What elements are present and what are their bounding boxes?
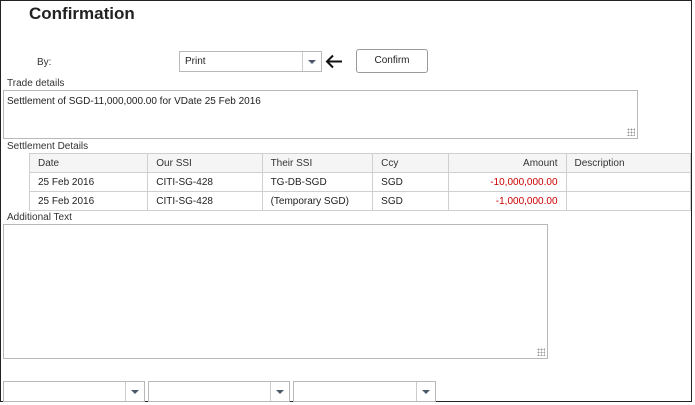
cell-their-ssi: TG-DB-SGD [261, 172, 374, 192]
by-select-value: Print [185, 56, 206, 67]
trade-details-label: Trade details [7, 78, 65, 89]
cell-description[interactable] [565, 191, 691, 211]
additional-text-textarea[interactable] [3, 224, 548, 359]
settlement-table: Date Our SSI Their SSI Ccy Amount Descri… [28, 153, 691, 211]
chevron-down-icon[interactable] [125, 382, 144, 401]
column-header-our-ssi[interactable]: Our SSI [147, 153, 263, 173]
confirm-button[interactable]: Confirm [356, 49, 428, 73]
settlement-details-label: Settlement Details [7, 141, 89, 152]
column-header-their-ssi[interactable]: Their SSI [261, 153, 374, 173]
cell-ccy: SGD [372, 172, 449, 192]
cell-date: 25 Feb 2016 [28, 191, 149, 211]
resize-grip-icon[interactable] [537, 348, 545, 356]
column-header-description[interactable]: Description [565, 153, 691, 173]
column-header-date[interactable]: Date [28, 153, 149, 173]
cell-our-ssi: CITI-SG-428 [147, 172, 263, 192]
by-select[interactable]: Print [179, 51, 322, 72]
trade-details-text: Settlement of SGD-11,000,000.00 for VDat… [7, 96, 261, 107]
by-label: By: [37, 57, 52, 68]
footer-select-1[interactable] [3, 381, 145, 402]
table-header-row: Date Our SSI Their SSI Ccy Amount Descri… [28, 153, 691, 173]
table-row[interactable]: 25 Feb 2016 CITI-SG-428 TG-DB-SGD SGD -1… [28, 172, 691, 192]
cell-description[interactable] [565, 172, 691, 192]
page-title: Confirmation [29, 4, 135, 23]
footer-select-3[interactable] [293, 381, 436, 402]
cell-ccy: SGD [372, 191, 449, 211]
column-header-amount[interactable]: Amount [447, 153, 567, 173]
trade-details-textarea[interactable]: Settlement of SGD-11,000,000.00 for VDat… [3, 90, 638, 139]
confirmation-panel: Confirmation By: Print Confirm Trade det… [0, 0, 692, 402]
chevron-down-icon[interactable] [270, 382, 289, 401]
additional-text-label: Additional Text [7, 212, 72, 223]
footer-select-2[interactable] [148, 381, 290, 402]
cell-amount: -1,000,000.00 [447, 191, 567, 211]
cell-amount: -10,000,000.00 [447, 172, 567, 192]
column-header-ccy[interactable]: Ccy [372, 153, 449, 173]
settlement-table-wrap: Date Our SSI Their SSI Ccy Amount Descri… [28, 153, 691, 211]
cell-date: 25 Feb 2016 [28, 172, 149, 192]
resize-grip-icon[interactable] [627, 128, 635, 136]
chevron-down-icon[interactable] [416, 382, 435, 401]
chevron-down-icon[interactable] [302, 52, 321, 71]
cell-our-ssi: CITI-SG-428 [147, 191, 263, 211]
cell-their-ssi: (Temporary SGD) [261, 191, 374, 211]
left-arrow-icon[interactable] [323, 51, 345, 72]
table-row[interactable]: 25 Feb 2016 CITI-SG-428 (Temporary SGD) … [28, 191, 691, 211]
